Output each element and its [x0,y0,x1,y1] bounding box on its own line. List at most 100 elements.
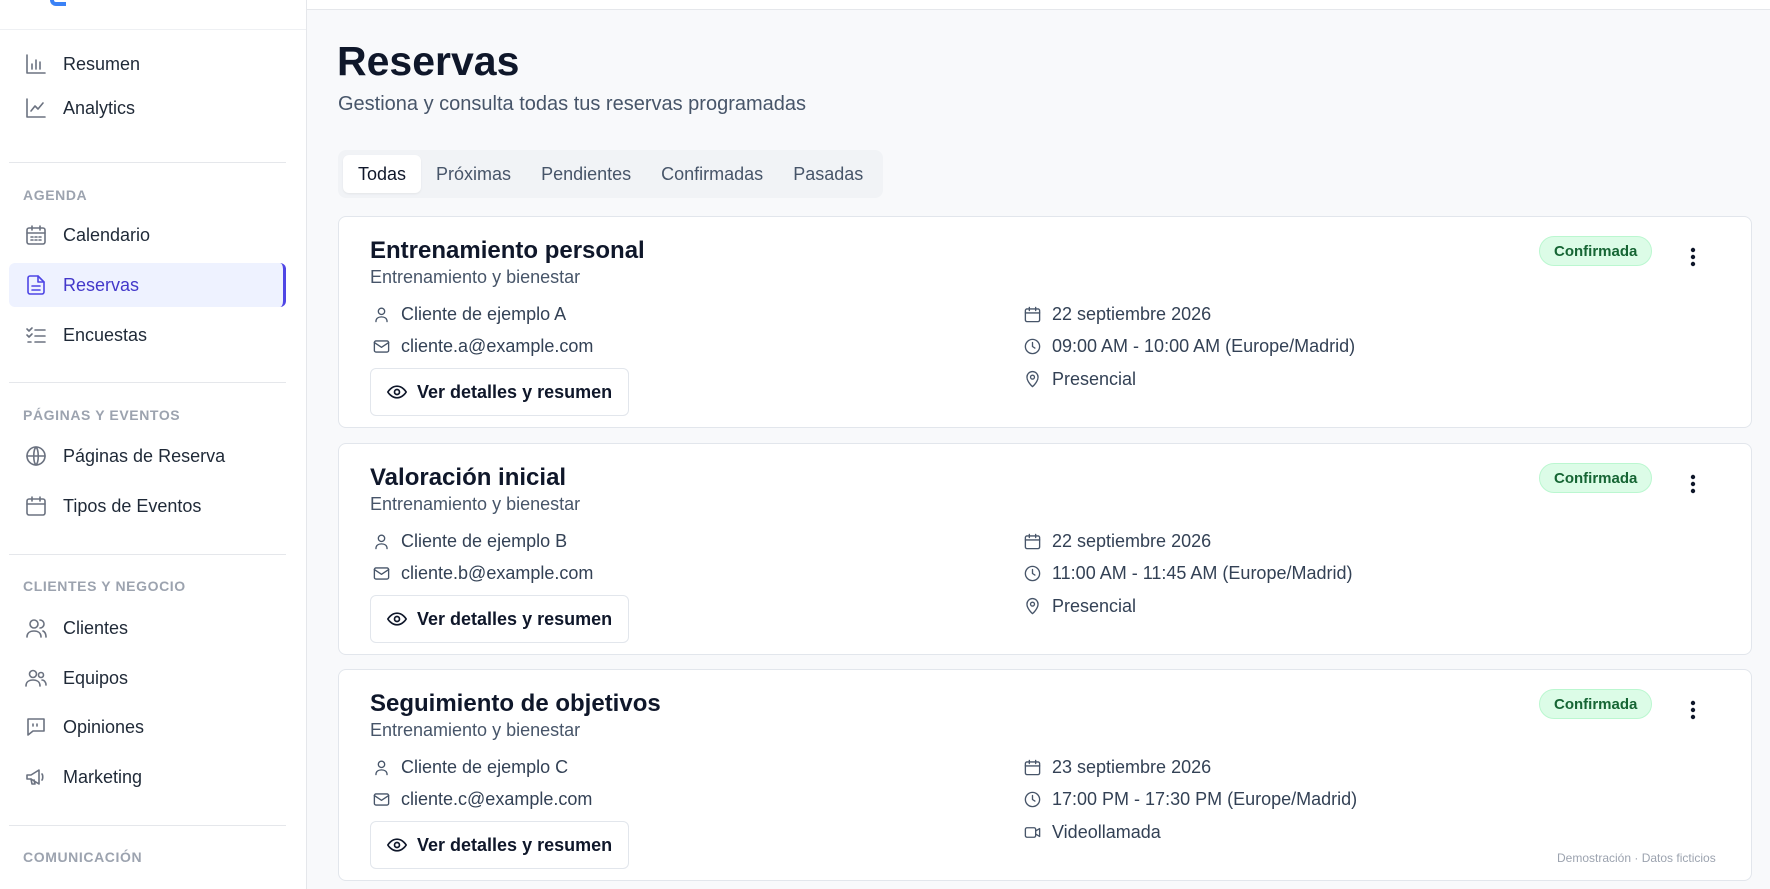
tab-proximas[interactable]: Próximas [421,155,526,193]
location-value: Videollamada [1052,821,1161,842]
sidebar-item-reservas[interactable]: Reservas [9,263,286,307]
booking-category: Entrenamiento y bienestar [370,494,581,514]
booking-client: Cliente de ejemplo A [370,303,566,325]
sidebar-item-clientes[interactable]: Clientes [9,606,286,650]
client-name: Cliente de ejemplo C [401,756,569,777]
mail-icon [370,788,392,810]
map-pin-icon [1021,595,1043,617]
booking-email: cliente.c@example.com [370,788,592,810]
sidebar-item-encuestas[interactable]: Encuestas [9,313,286,357]
user-icon [370,530,392,552]
tab-pendientes[interactable]: Pendientes [526,155,646,193]
sidebar-item-calendario[interactable]: Calendario [9,213,286,257]
booking-card: Valoración inicial Entrenamiento y biene… [338,443,1752,655]
booking-date: 22 septiembre 2026 [1021,303,1211,325]
status-badge: Confirmada [1539,689,1653,719]
user-icon [370,303,392,325]
booking-category: Entrenamiento y bienestar [370,267,581,287]
date-value: 22 septiembre 2026 [1052,530,1212,551]
sidebar-item-label: Analytics [63,97,136,118]
sidebar-divider [9,162,286,163]
sidebar-item-label: Reservas [63,274,140,295]
kebab-menu-icon [1690,474,1696,494]
time-value: 17:00 PM - 17:30 PM (Europe/Madrid) [1052,788,1358,809]
eye-icon [387,838,407,852]
quote-icon [23,714,49,740]
calendar-icon [23,493,49,519]
time-value: 11:00 AM - 11:45 AM (Europe/Madrid) [1052,562,1353,583]
megaphone-icon [23,764,49,790]
kebab-menu-icon [1690,700,1696,720]
tab-todas[interactable]: Todas [343,155,422,193]
sidebar: Resumen Analytics AGENDA Calendario Rese… [0,0,307,889]
calendar-icon [1021,303,1043,325]
sidebar-item-opiniones[interactable]: Opiniones [9,705,286,749]
booking-time: 09:00 AM - 10:00 AM (Europe/Madrid) [1021,335,1355,357]
view-details-button[interactable]: Ver detalles y resumen [370,368,630,416]
sidebar-item-label: Encuestas [63,324,148,345]
tab-pasadas[interactable]: Pasadas [778,155,878,193]
location-value: Presencial [1052,368,1137,389]
logo-area [0,0,306,30]
sidebar-item-label: Marketing [63,766,143,787]
users-icon [23,615,49,641]
view-details-button[interactable]: Ver detalles y resumen [370,595,630,643]
sidebar-item-label: Calendario [63,224,151,245]
more-options-button[interactable] [1681,243,1705,271]
more-options-button[interactable] [1681,470,1705,498]
kebab-menu-icon [1690,247,1696,267]
booking-title: Seguimiento de objetivos [370,690,661,717]
sidebar-item-label: Tipos de Eventos [63,495,202,516]
section-label-clientes: CLIENTES Y NEGOCIO [23,578,186,594]
user-icon [370,756,392,778]
button-label: Ver detalles y resumen [417,834,613,855]
tab-confirmadas[interactable]: Confirmadas [646,155,778,193]
booking-date: 23 septiembre 2026 [1021,756,1211,778]
view-details-button[interactable]: Ver detalles y resumen [370,821,630,869]
calendar-grid-icon [23,222,49,248]
booking-time: 17:00 PM - 17:30 PM (Europe/Madrid) [1021,788,1357,810]
eye-icon [387,612,407,626]
sidebar-item-label: Opiniones [63,716,145,737]
clock-icon [1021,335,1043,357]
booking-email: cliente.b@example.com [370,562,593,584]
page-subtitle: Gestiona y consulta todas tus reservas p… [338,93,807,115]
booking-title: Entrenamiento personal [370,237,645,264]
status-badge: Confirmada [1539,463,1653,493]
document-icon [23,272,49,298]
sidebar-item-label: Clientes [63,617,129,638]
calendar-icon [1021,756,1043,778]
sidebar-item-marketing[interactable]: Marketing [9,755,286,799]
sidebar-divider [9,825,286,826]
more-options-button[interactable] [1681,696,1705,724]
sidebar-divider [9,382,286,383]
demo-footnote: Demostración · Datos ficticios [1557,851,1716,865]
bar-chart-icon [23,51,49,77]
sidebar-item-label: Equipos [63,667,129,688]
section-label-paginas: PÁGINAS Y EVENTOS [23,407,181,423]
sidebar-item-paginas-de-reserva[interactable]: Páginas de Reserva [9,434,286,478]
booking-client: Cliente de ejemplo C [370,756,568,778]
booking-email: cliente.a@example.com [370,335,593,357]
logo-icon [50,0,66,6]
page-title: Reservas [337,38,520,84]
client-email: cliente.c@example.com [401,788,593,809]
sidebar-item-label: Páginas de Reserva [63,445,226,466]
filter-tabs: Todas Próximas Pendientes Confirmadas Pa… [338,150,884,198]
booking-location: Videollamada [1021,821,1161,843]
map-pin-icon [1021,368,1043,390]
booking-card: Entrenamiento personal Entrenamiento y b… [338,216,1752,428]
booking-card: Seguimiento de objetivos Entrenamiento y… [338,669,1752,881]
sidebar-item-analytics[interactable]: Analytics [9,86,286,130]
sidebar-item-resumen[interactable]: Resumen [9,42,286,86]
booking-time: 11:00 AM - 11:45 AM (Europe/Madrid) [1021,562,1352,584]
sidebar-item-equipos[interactable]: Equipos [9,656,286,700]
sidebar-item-tipos-de-eventos[interactable]: Tipos de Eventos [9,484,286,528]
section-label-agenda: AGENDA [23,187,88,203]
booking-date: 22 septiembre 2026 [1021,530,1211,552]
client-email: cliente.b@example.com [401,562,594,583]
booking-title: Valoración inicial [370,464,567,491]
line-chart-icon [23,95,49,121]
checklist-icon [23,322,49,348]
time-value: 09:00 AM - 10:00 AM (Europe/Madrid) [1052,335,1356,356]
